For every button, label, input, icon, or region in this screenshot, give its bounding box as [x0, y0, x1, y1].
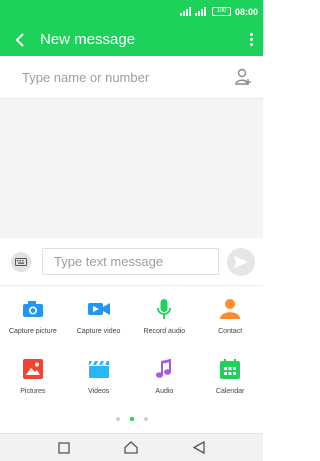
music-note-icon [151, 356, 177, 382]
attach-record-audio[interactable]: Record audio [132, 292, 198, 352]
send-button[interactable] [219, 247, 263, 276]
message-input[interactable]: Type text message [42, 248, 219, 275]
attachment-panel: Capture picture Capture video Record aud… [0, 286, 263, 433]
recipient-input[interactable]: Type name or number [22, 70, 223, 85]
page-dot[interactable] [115, 417, 120, 421]
nav-back-button[interactable] [184, 436, 214, 460]
video-camera-icon [86, 296, 112, 322]
microphone-icon [151, 296, 177, 322]
attach-pictures[interactable]: Pictures [0, 352, 66, 412]
page-indicator [0, 417, 263, 421]
attach-label: Capture video [76, 328, 121, 335]
back-triangle-icon [193, 441, 205, 454]
attach-label: Audio [155, 388, 174, 395]
camera-icon [20, 296, 46, 322]
home-icon [124, 441, 139, 454]
compose-bar: Type text message [0, 238, 263, 286]
home-button[interactable] [116, 436, 146, 460]
attach-videos[interactable]: Videos [66, 352, 132, 412]
person-icon [217, 296, 243, 322]
attach-capture-picture[interactable]: Capture picture [0, 292, 66, 352]
recents-button[interactable] [49, 436, 79, 460]
attach-label: Calendar [215, 388, 245, 395]
attach-calendar[interactable]: Calendar [197, 352, 263, 412]
attach-contact[interactable]: Contact [197, 292, 263, 352]
navigation-bar [0, 433, 263, 461]
clapperboard-icon [86, 356, 112, 382]
page-dot-active[interactable] [129, 417, 134, 421]
attach-label: Record audio [143, 328, 186, 335]
attach-label: Pictures [20, 388, 46, 395]
add-contact-icon [235, 68, 251, 85]
attach-label: Videos [87, 388, 110, 395]
signal-icon [179, 7, 191, 16]
keyboard-icon [11, 251, 31, 272]
attach-label: Capture picture [8, 328, 57, 335]
attach-capture-video[interactable]: Capture video [66, 292, 132, 352]
attach-label: Contact [218, 328, 243, 335]
keyboard-button[interactable] [0, 251, 42, 272]
conversation-area [0, 99, 263, 238]
send-icon [227, 247, 255, 276]
arrow-left-icon [15, 32, 24, 47]
status-bar: 100 08:00 [0, 0, 263, 23]
recipient-field[interactable]: Type name or number [0, 56, 263, 99]
more-options-button[interactable] [239, 33, 263, 46]
image-icon [20, 356, 46, 382]
page-title: New message [40, 31, 136, 48]
square-icon [58, 441, 70, 454]
calendar-icon [217, 356, 243, 382]
page-dot[interactable] [143, 417, 148, 421]
add-contact-button[interactable] [223, 68, 263, 86]
more-vert-icon [249, 33, 253, 36]
app-bar: New message [0, 23, 263, 56]
attach-audio[interactable]: Audio [132, 352, 198, 412]
battery-icon: 100 [211, 7, 231, 16]
back-button[interactable] [0, 32, 40, 47]
signal-icon-2 [194, 7, 206, 16]
clock: 08:00 [234, 6, 258, 17]
